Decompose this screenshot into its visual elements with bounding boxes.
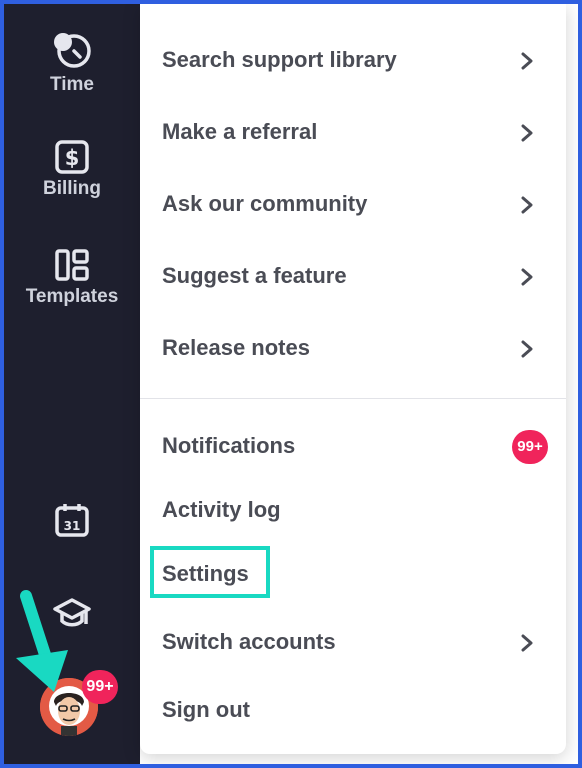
chevron-right-icon xyxy=(520,40,534,80)
account-menu: Search support library Make a referral A… xyxy=(140,4,566,754)
chevron-right-icon xyxy=(520,112,534,152)
tutorial-arrow-icon xyxy=(16,590,68,692)
sidebar-item-label: Billing xyxy=(42,178,102,199)
sidebar-item-label: Templates xyxy=(25,286,119,307)
notifications-badge: 99+ xyxy=(512,430,548,464)
menu-item-notifications[interactable]: Notifications 99+ xyxy=(162,426,552,466)
sidebar-item-billing[interactable]: $ Billing xyxy=(4,140,140,200)
templates-icon xyxy=(55,249,89,281)
menu-item-suggest-a-feature[interactable]: Suggest a feature xyxy=(162,256,552,296)
chevron-right-icon xyxy=(520,256,534,296)
menu-divider xyxy=(140,398,566,399)
sidebar: Time $ Billing Templates 31 99+ xyxy=(4,4,140,764)
avatar-notification-badge: 99+ xyxy=(82,670,118,704)
calendar-day: 31 xyxy=(64,519,81,533)
menu-item-label: Suggest a feature xyxy=(162,263,347,288)
chevron-right-icon xyxy=(520,328,534,368)
menu-item-label: Search support library xyxy=(162,47,397,72)
menu-item-label: Switch accounts xyxy=(162,629,336,654)
sidebar-item-time[interactable]: Time xyxy=(4,30,140,96)
menu-item-switch-accounts[interactable]: Switch accounts xyxy=(162,622,552,662)
app-window: y Time $ Billing Templates xyxy=(4,4,578,764)
sidebar-item-label: Time xyxy=(49,74,94,95)
menu-item-label: Notifications xyxy=(162,433,296,458)
settings-highlight-box xyxy=(150,546,270,598)
sidebar-item-calendar[interactable]: 31 xyxy=(4,502,140,538)
sidebar-item-templates[interactable]: Templates xyxy=(4,248,140,308)
menu-item-search-support-library[interactable]: Search support library xyxy=(162,40,552,80)
menu-item-label: Activity log xyxy=(162,497,281,522)
calendar-icon: 31 xyxy=(55,504,89,537)
menu-item-sign-out[interactable]: Sign out xyxy=(162,690,552,730)
menu-item-label: Sign out xyxy=(162,697,250,722)
menu-item-label: Make a referral xyxy=(162,119,318,144)
menu-item-activity-log[interactable]: Activity log xyxy=(162,490,552,530)
menu-item-make-a-referral[interactable]: Make a referral xyxy=(162,112,552,152)
menu-item-release-notes[interactable]: Release notes xyxy=(162,328,552,368)
dollar-icon: $ xyxy=(55,140,89,174)
svg-text:$: $ xyxy=(65,146,80,170)
menu-item-label: Release notes xyxy=(162,335,310,360)
chevron-right-icon xyxy=(520,622,534,662)
stopwatch-icon xyxy=(54,33,91,68)
chevron-right-icon xyxy=(520,184,534,224)
menu-item-label: Ask our community xyxy=(162,191,368,216)
menu-item-ask-our-community[interactable]: Ask our community xyxy=(162,184,552,224)
